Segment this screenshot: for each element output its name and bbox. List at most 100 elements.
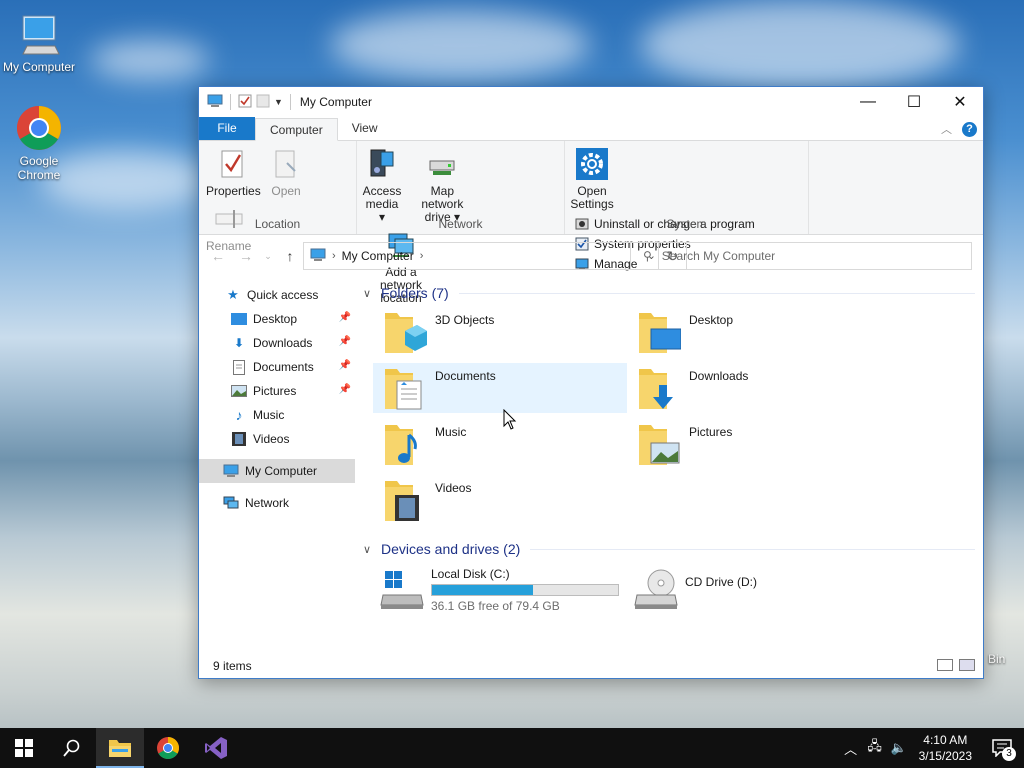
recent-locations-button[interactable]: ⌄ [263, 251, 273, 262]
help-icon[interactable]: ? [962, 121, 977, 137]
pin-icon[interactable]: 📌 [339, 336, 351, 347]
tab-view[interactable]: View [338, 117, 392, 140]
content-pane: ∨ Folders (7) 3D Objects Desktop Documen… [363, 279, 975, 659]
access-media-button[interactable]: Access media ▾ [361, 145, 403, 226]
back-button[interactable]: ← [207, 248, 229, 264]
devices-header-label: Devices and drives (2) [381, 541, 521, 557]
ribbon-group-system: Open Settings Uninstall or change a prog… [565, 141, 809, 271]
drive-info: CD Drive (D:) [685, 565, 757, 617]
details-view-button[interactable] [937, 659, 953, 671]
taskbar-file-explorer[interactable] [96, 728, 144, 768]
show-hidden-icons-icon[interactable]: ︿ [839, 739, 863, 758]
large-icons-view-button[interactable] [959, 659, 975, 671]
devices-group-header[interactable]: ∨ Devices and drives (2) [363, 535, 975, 563]
properties-button[interactable]: Properties [203, 145, 264, 200]
drive-local-disk-c[interactable]: Local Disk (C:) 36.1 GB free of 79.4 GB [373, 565, 627, 617]
gear-icon [576, 147, 608, 181]
folder-music[interactable]: Music [373, 419, 627, 469]
film-icon [231, 431, 247, 447]
cloud [330, 10, 590, 80]
maximize-button[interactable]: ☐ [891, 87, 937, 117]
new-folder-qat-icon[interactable] [256, 94, 270, 111]
clock-date: 3/15/2023 [918, 749, 972, 763]
forward-button[interactable]: → [235, 248, 257, 264]
nav-item-pictures[interactable]: Pictures 📌 [199, 379, 355, 403]
nav-label: Music [253, 408, 285, 422]
nav-quick-access[interactable]: ★ Quick access [199, 283, 355, 307]
search-icon: ⚲ [643, 249, 652, 263]
nav-item-downloads[interactable]: ⬇ Downloads 📌 [199, 331, 355, 355]
folder-3d-objects[interactable]: 3D Objects [373, 307, 627, 357]
nav-item-documents[interactable]: Documents 📌 [199, 355, 355, 379]
ribbon-group-location: Properties Open Rename Location [199, 141, 357, 253]
pin-icon[interactable]: 📌 [339, 384, 351, 395]
pin-icon[interactable]: 📌 [339, 360, 351, 371]
folder-desktop[interactable]: Desktop [627, 307, 881, 357]
search-button[interactable] [48, 728, 96, 768]
up-button[interactable]: ↑ [279, 248, 301, 264]
nav-item-music[interactable]: ♪ Music [199, 403, 355, 427]
navigation-pane: ★ Quick access Desktop 📌 ⬇ Downloads 📌 D… [199, 279, 355, 649]
visual-studio-icon [205, 737, 227, 759]
nav-item-desktop[interactable]: Desktop 📌 [199, 307, 355, 331]
nav-item-network[interactable]: Network [199, 491, 355, 515]
drive-free-space: 36.1 GB free of 79.4 GB [431, 599, 560, 613]
map-network-drive-button[interactable]: Map network drive ▾ [406, 145, 478, 226]
drive-info: Local Disk (C:) 36.1 GB free of 79.4 GB [431, 565, 619, 617]
nav-item-videos[interactable]: Videos [199, 427, 355, 451]
search-input[interactable]: ⚲ Search My Computer [630, 242, 972, 270]
ribbon-right-controls: ︿ ? [941, 121, 977, 137]
cd-drive-icon [633, 565, 679, 611]
close-button[interactable]: ✕ [937, 87, 983, 117]
nav-item-my-computer[interactable]: My Computer [199, 459, 355, 483]
3d-objects-folder-icon [383, 309, 427, 355]
folders-group-header[interactable]: ∨ Folders (7) [363, 279, 975, 307]
tab-computer[interactable]: Computer [255, 118, 338, 141]
open-settings-button[interactable]: Open Settings [569, 145, 615, 213]
navigation-bar: ← → ⌄ ↑ › My Computer › ⌄ ↻ ⚲ Search My … [199, 235, 983, 277]
taskbar-chrome[interactable] [144, 728, 192, 768]
tab-file[interactable]: File [199, 117, 255, 140]
action-center-button[interactable]: 3 [980, 728, 1024, 768]
network-status-icon[interactable]: 🖧 [863, 737, 887, 759]
pin-icon[interactable]: 📌 [339, 312, 351, 323]
item-count: 9 items [213, 659, 252, 673]
start-button[interactable] [0, 728, 48, 768]
open-label: Open [271, 184, 301, 198]
folder-videos[interactable]: Videos [373, 475, 627, 525]
desktop-icon-my-computer[interactable]: My Computer [0, 10, 78, 74]
collapse-ribbon-icon[interactable]: ︿ [941, 121, 952, 137]
window-controls: — ☐ ✕ [845, 87, 983, 117]
taskbar-visual-studio[interactable] [192, 728, 240, 768]
breadcrumb-separator-icon[interactable]: › [420, 250, 424, 262]
nav-label: Documents [253, 360, 314, 374]
notification-count-badge: 3 [1002, 747, 1016, 761]
nav-label: Network [245, 496, 290, 510]
properties-qat-icon[interactable] [238, 94, 252, 111]
system-tray: ︿ 🖧 🔈 4:10 AM 3/15/2023 3 [839, 728, 1024, 768]
folder-pictures[interactable]: Pictures [627, 419, 881, 469]
computer-icon [15, 10, 63, 58]
folder-label: Music [435, 425, 467, 439]
open-button[interactable]: Open [267, 145, 305, 200]
nav-label: Videos [253, 432, 290, 446]
clock[interactable]: 4:10 AM 3/15/2023 [911, 732, 980, 764]
desktop-icon-label: Google Chrome [17, 154, 61, 182]
folder-downloads[interactable]: Downloads [627, 363, 881, 413]
nav-label: Quick access [247, 288, 319, 302]
minimize-button[interactable]: — [845, 87, 891, 117]
folder-documents[interactable]: Documents [373, 363, 627, 413]
chrome-icon [157, 737, 179, 759]
drive-cd-d[interactable]: CD Drive (D:) [627, 565, 881, 617]
drive-label: CD Drive (D:) [685, 575, 757, 589]
picture-icon [231, 383, 247, 399]
drives-list: Local Disk (C:) 36.1 GB free of 79.4 GB … [363, 565, 975, 617]
pictures-folder-icon [637, 421, 681, 467]
windows-logo-icon [15, 739, 33, 757]
volume-icon[interactable]: 🔈 [887, 740, 911, 756]
desktop-icon-google-chrome[interactable]: Google Chrome [0, 104, 78, 182]
recycle-bin-label[interactable]: Bin [988, 652, 1005, 666]
download-icon: ⬇ [233, 336, 245, 350]
breadcrumb-my-computer[interactable]: My Computer [342, 249, 414, 263]
customize-qat-icon[interactable]: ▼ [274, 97, 283, 107]
